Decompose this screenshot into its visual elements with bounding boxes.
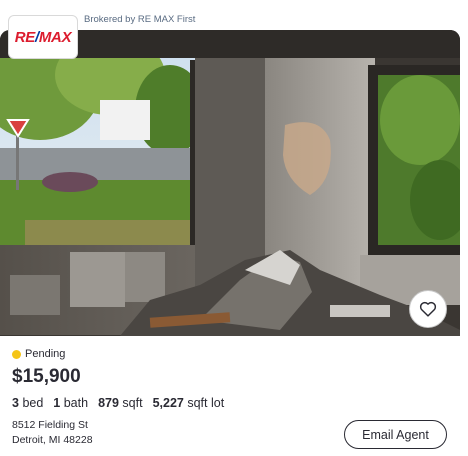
listing-price: $15,900 [12,366,81,387]
address-city: Detroit, MI 48228 [12,434,93,446]
status-dot-icon [12,349,21,359]
property-facts: 3 bed 1 bath 879 sqft 5,227 sqft lot [12,396,224,410]
address-street: 8512 Fielding St [12,419,88,431]
status-label: Pending [25,348,66,360]
brokered-by-text: Brokered by RE MAX First [84,14,196,25]
sqft-fact: 879 sqft [98,396,143,410]
heart-icon [419,301,437,317]
baths-fact: 1 bath [53,396,89,410]
listing-card[interactable]: RE/MAX Brokered by RE MAX First Pending … [0,0,462,456]
beds-fact: 3 bed [12,396,44,410]
remax-logo-text: RE/MAX [14,28,72,46]
status-badge: Pending [12,348,65,360]
listing-photo[interactable] [0,30,460,336]
lot-fact: 5,227 sqft lot [152,396,225,410]
listing-address[interactable]: 8512 Fielding St Detroit, MI 48228 [12,418,93,448]
email-agent-button[interactable]: Email Agent [344,420,447,449]
favorite-button[interactable] [409,290,447,328]
broker-logo: RE/MAX [8,15,78,59]
